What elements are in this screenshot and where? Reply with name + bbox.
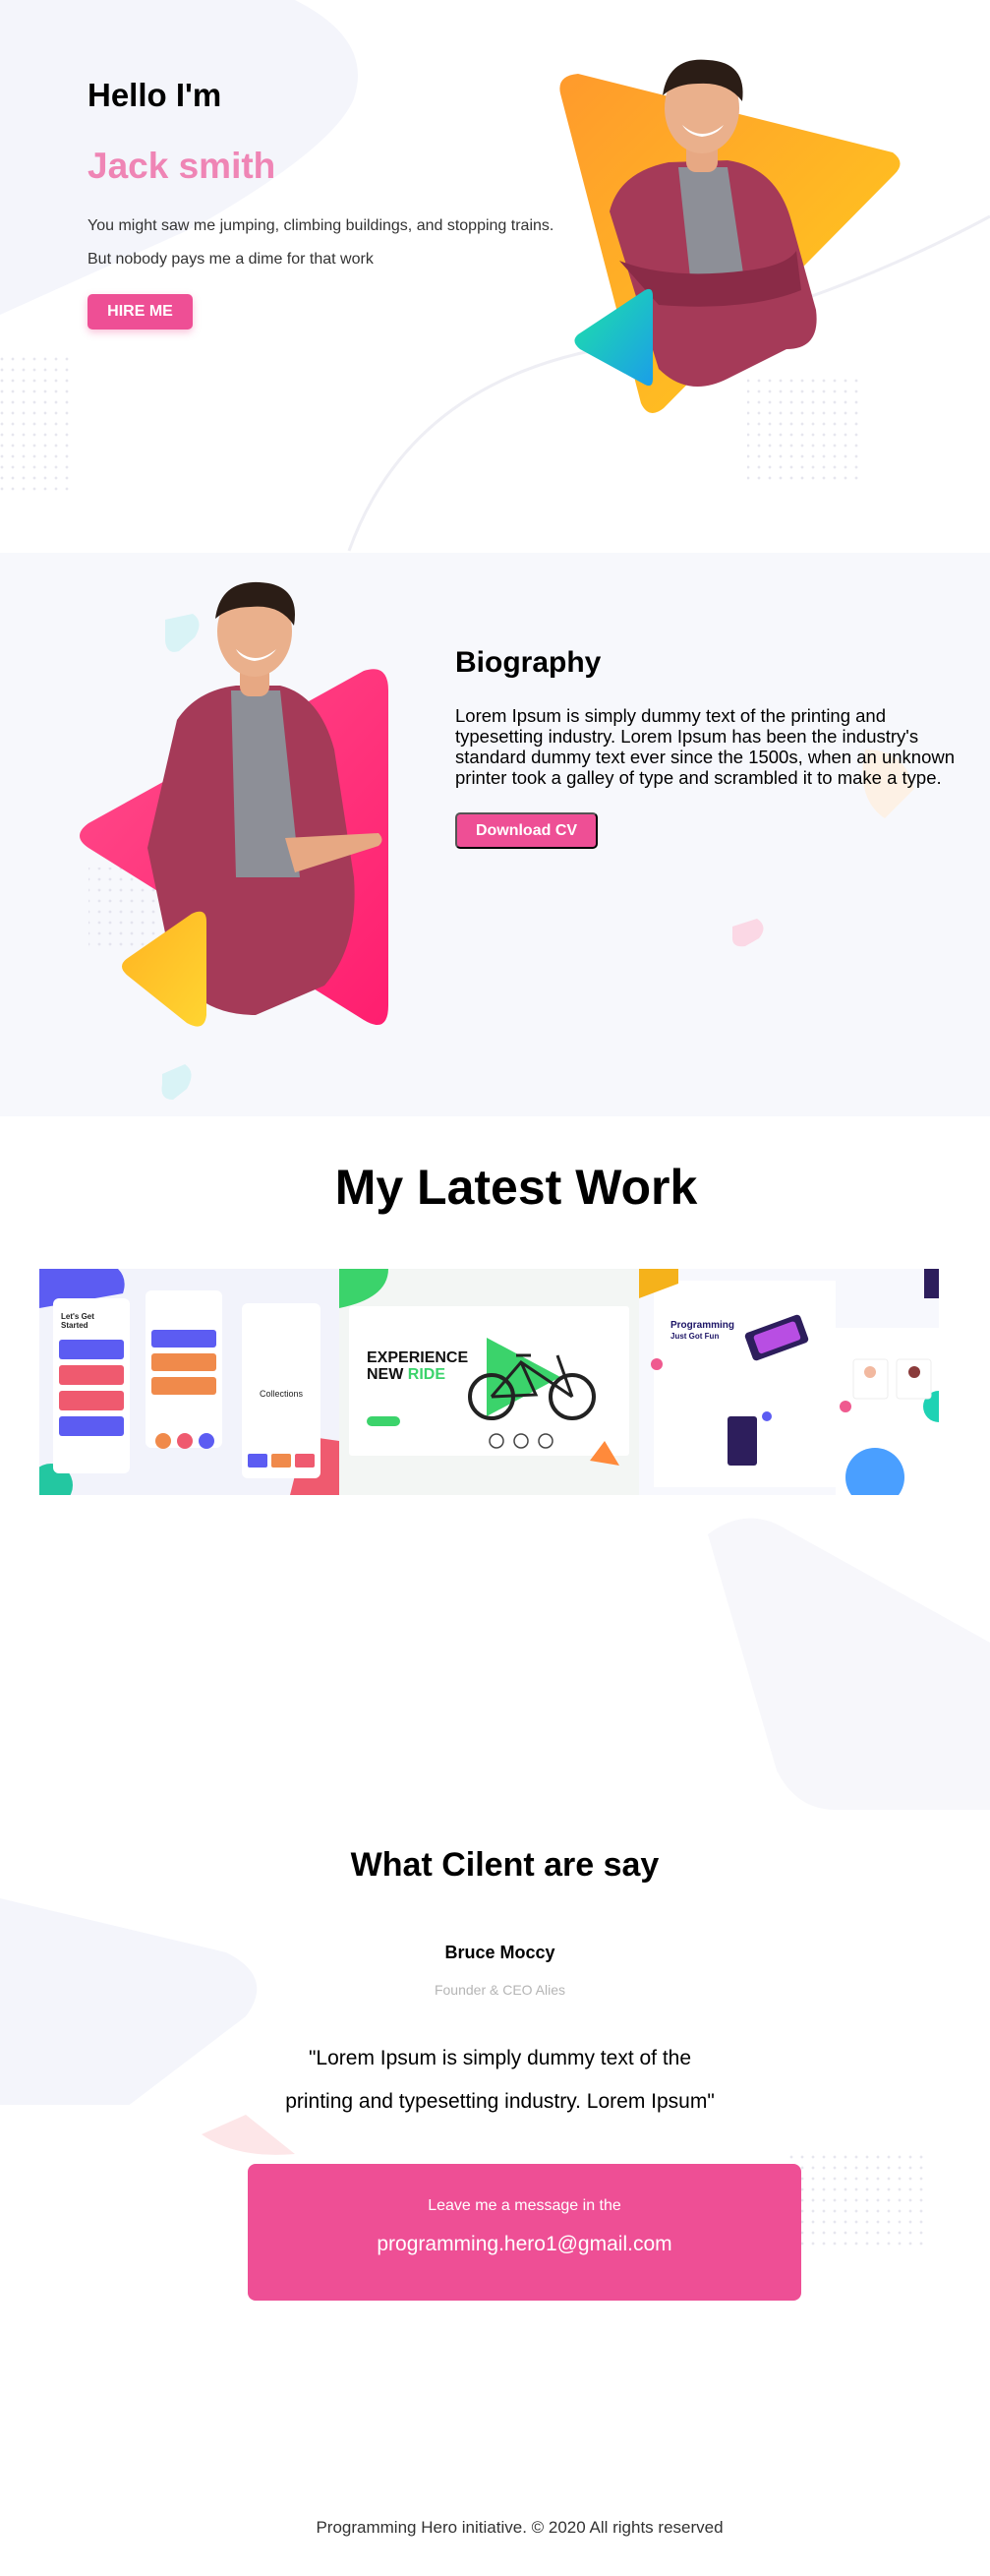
testimonial-title: What Cilent are say bbox=[350, 1846, 660, 1884]
bike-heading-word-2: NEW bbox=[367, 1366, 404, 1383]
contact-box[interactable]: Leave me a message in the programming.he… bbox=[248, 2164, 801, 2301]
contact-label: Leave me a message in the bbox=[428, 2197, 621, 2214]
bike-heading-word-1: EXPERIENCE bbox=[367, 1349, 469, 1366]
hero-section: Hello I'm Jack smith You might saw me ju… bbox=[0, 0, 990, 553]
hero-tagline-2: But nobody pays me a dime for that work bbox=[87, 251, 374, 268]
work-item-bike-landing[interactable]: EXPERIENCE NEW RIDE bbox=[339, 1269, 639, 1495]
biography-title: Biography bbox=[455, 646, 602, 679]
biography-section: Biography Lorem Ipsum is simply dummy te… bbox=[0, 553, 990, 1116]
programming-heading: Programming bbox=[670, 1320, 735, 1331]
work-item-mobile-app[interactable]: Let's Get Started Collections bbox=[39, 1269, 339, 1495]
programming-site-preview bbox=[639, 1269, 939, 1495]
hero-portrait-image bbox=[559, 59, 901, 413]
hire-me-button[interactable]: HIRE ME bbox=[87, 294, 193, 329]
client-role: Founder & CEO Alies bbox=[434, 1982, 566, 1998]
footer-copyright: Programming Hero initiative. © 2020 All … bbox=[316, 2518, 724, 2537]
app-collections-label: Collections bbox=[260, 1389, 304, 1399]
download-cv-button[interactable]: Download CV bbox=[455, 812, 598, 849]
work-item-programming-site[interactable]: Programming Just Got Fun bbox=[639, 1269, 939, 1495]
latest-work-title: My Latest Work bbox=[334, 1160, 698, 1215]
app-screen-heading: Let's Get Started bbox=[61, 1312, 94, 1330]
biography-text: Lorem Ipsum is simply dummy text of the … bbox=[455, 705, 956, 788]
client-name: Bruce Moccy bbox=[444, 1943, 555, 1962]
hero-name: Jack smith bbox=[87, 146, 276, 186]
programming-subheading: Just Got Fun bbox=[670, 1332, 720, 1341]
hero-tagline-1: You might saw me jumping, climbing build… bbox=[87, 217, 554, 234]
testimonial-quote-line-2: printing and typesetting industry. Lorem… bbox=[285, 2090, 715, 2113]
contact-email-link[interactable]: programming.hero1@gmail.com bbox=[248, 2233, 801, 2256]
testimonial-quote-line-1: "Lorem Ipsum is simply dummy text of the bbox=[308, 2047, 692, 2069]
mobile-app-preview bbox=[39, 1269, 339, 1495]
hero-greeting: Hello I'm bbox=[87, 77, 222, 113]
bike-heading-highlight: RIDE bbox=[407, 1366, 446, 1383]
bike-hero-heading: EXPERIENCE NEW RIDE bbox=[367, 1349, 468, 1383]
